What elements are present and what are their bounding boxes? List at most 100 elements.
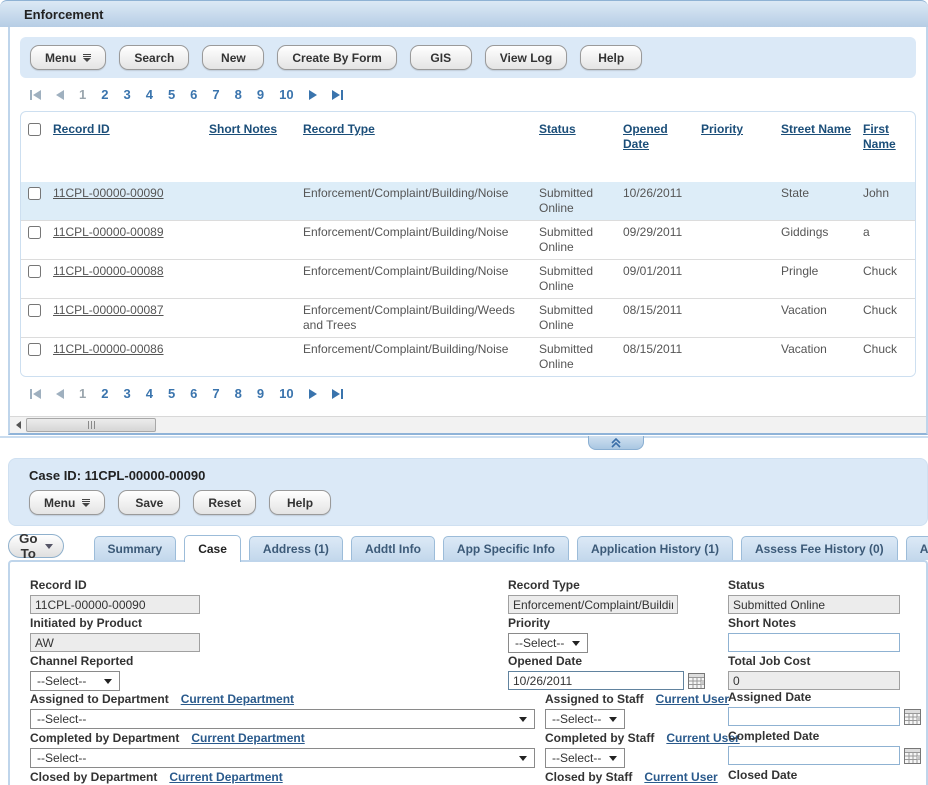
current-user-link[interactable]: Current User [644,770,717,784]
page-number[interactable]: 3 [123,87,130,102]
list-toolbar: Menu Search New Create By Form GIS View … [20,37,916,78]
tab-addtl-info[interactable]: Addtl Info [351,536,435,560]
collapse-panel-button[interactable] [588,436,644,450]
assigned-to-staff-select[interactable]: --Select-- [545,709,625,729]
page-number[interactable]: 2 [101,87,108,102]
page-number[interactable]: 9 [257,386,264,401]
page-number[interactable]: 2 [101,386,108,401]
select-all-checkbox[interactable] [28,123,41,136]
col-header-priority[interactable]: Priority [701,122,743,136]
page-number[interactable]: 5 [168,87,175,102]
assigned-date-field[interactable] [728,707,900,726]
col-header-opened-date[interactable]: Opened Date [623,122,668,151]
page-number[interactable]: 10 [279,87,293,102]
record-id-link[interactable]: 11CPL-00000-00086 [53,342,164,356]
prev-page-icon [56,90,64,100]
short-notes-field[interactable] [728,633,900,652]
current-department-link[interactable]: Current Department [181,692,294,706]
page-number[interactable]: 10 [279,386,293,401]
scroll-left-icon[interactable] [10,417,26,433]
record-id-link[interactable]: 11CPL-00000-00087 [53,303,164,317]
page-number[interactable]: 7 [212,87,219,102]
goto-button[interactable]: Go To [8,534,64,558]
calendar-icon[interactable] [904,748,921,764]
assigned-to-department-select[interactable]: --Select-- [30,709,535,729]
channel-reported-select[interactable]: --Select-- [30,671,120,691]
record-id-link[interactable]: 11CPL-00000-00089 [53,225,164,239]
record-type-label: Record Type [508,578,678,593]
page-number[interactable]: 4 [146,386,153,401]
total-job-cost-label: Total Job Cost [728,654,900,669]
panel-splitter [0,436,928,452]
prev-page-icon [56,389,64,399]
completed-by-department-label: Completed by Department [30,731,179,745]
calendar-icon[interactable] [904,709,921,725]
select-arrow-icon [519,717,527,722]
page-number[interactable]: 7 [212,386,219,401]
col-header-record-type[interactable]: Record Type [303,122,375,136]
next-page-icon[interactable] [309,90,317,100]
help-button[interactable]: Help [580,45,642,70]
new-button[interactable]: New [202,45,264,70]
menu-button[interactable]: Menu [30,45,106,70]
page-number[interactable]: 6 [190,386,197,401]
records-list-panel: Menu Search New Create By Form GIS View … [8,27,928,435]
horizontal-scrollbar[interactable] [10,416,926,433]
create-by-form-button[interactable]: Create By Form [277,45,396,70]
col-header-short-notes[interactable]: Short Notes [209,122,277,136]
record-id-link[interactable]: 11CPL-00000-00088 [53,264,164,278]
view-log-button[interactable]: View Log [485,45,567,70]
page-number[interactable]: 9 [257,87,264,102]
record-id-field [30,595,200,614]
scrollbar-thumb[interactable] [26,418,156,432]
current-user-link[interactable]: Current User [656,692,729,706]
row-checkbox[interactable] [28,343,41,356]
tab-assess-fee-history[interactable]: Assess Fee History (0) [741,536,898,560]
row-checkbox[interactable] [28,187,41,200]
page-number[interactable]: 5 [168,386,175,401]
row-checkbox[interactable] [28,265,41,278]
channel-reported-label: Channel Reported [30,654,133,669]
page-number[interactable]: 8 [235,87,242,102]
last-page-icon[interactable] [332,90,343,100]
case-menu-button[interactable]: Menu [29,490,105,515]
save-button[interactable]: Save [118,490,180,515]
calendar-icon[interactable] [688,673,705,689]
row-checkbox[interactable] [28,226,41,239]
search-button[interactable]: Search [119,45,189,70]
col-header-record-id[interactable]: Record ID [53,122,110,136]
priority-label: Priority [508,616,588,631]
tab-assets[interactable]: Assets (0) [906,536,928,560]
table-row: 11CPL-00000-00087 Enforcement/Complaint/… [21,299,915,338]
case-help-button[interactable]: Help [269,490,331,515]
page-number[interactable]: 8 [235,386,242,401]
record-id-link[interactable]: 11CPL-00000-00090 [53,186,164,200]
completed-date-field[interactable] [728,746,900,765]
col-header-status[interactable]: Status [539,122,576,136]
page-number[interactable]: 4 [146,87,153,102]
completed-date-label: Completed Date [728,729,921,744]
completed-by-staff-select[interactable]: --Select-- [545,748,625,768]
initiated-by-product-field [30,633,200,652]
current-department-link[interactable]: Current Department [169,770,282,784]
current-department-link[interactable]: Current Department [191,731,304,745]
col-header-street-name[interactable]: Street Name [781,122,851,136]
gis-button[interactable]: GIS [410,45,472,70]
tab-application-history[interactable]: Application History (1) [577,536,733,560]
window-title-bar: Enforcement [0,0,928,27]
tab-case[interactable]: Case [184,535,241,562]
priority-select[interactable]: --Select-- [508,633,588,653]
next-page-icon[interactable] [309,389,317,399]
tab-address[interactable]: Address (1) [249,536,343,560]
tab-app-specific-info[interactable]: App Specific Info [443,536,569,560]
page-number[interactable]: 6 [190,87,197,102]
status-label: Status [728,578,900,593]
opened-date-field[interactable] [508,671,684,690]
tab-summary[interactable]: Summary [94,536,177,560]
page-number[interactable]: 3 [123,386,130,401]
row-checkbox[interactable] [28,304,41,317]
reset-button[interactable]: Reset [193,490,256,515]
col-header-first-name[interactable]: First Name [863,122,896,151]
last-page-icon[interactable] [332,389,343,399]
completed-by-department-select[interactable]: --Select-- [30,748,535,768]
